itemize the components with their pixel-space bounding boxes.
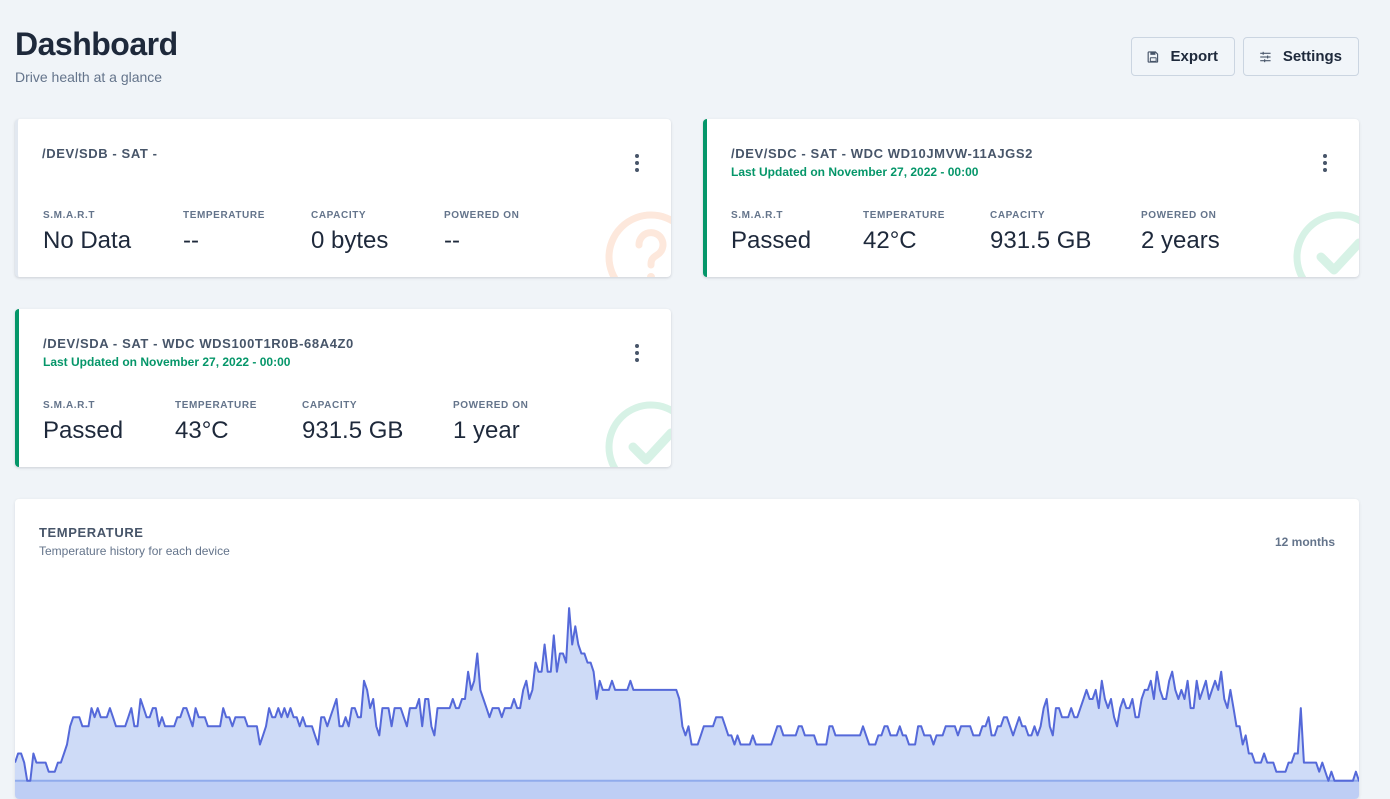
- page-subtitle: Drive health at a glance: [15, 69, 163, 85]
- stat-value: 931.5 GB: [990, 227, 1092, 254]
- stat-temperature: TEMPERATURE --: [183, 210, 265, 255]
- stat-value: Passed: [43, 417, 124, 444]
- more-options-icon[interactable]: [1315, 153, 1335, 173]
- stat-value: 43°C: [175, 417, 229, 444]
- check-circle-icon: [605, 401, 671, 467]
- last-updated: Last Updated on November 27, 2022 - 00:0…: [731, 165, 979, 179]
- temperature-chart-card: TEMPERATURE Temperature history for each…: [15, 499, 1359, 799]
- chart-title: TEMPERATURE: [39, 525, 144, 540]
- stat-label: POWERED ON: [444, 210, 520, 221]
- page-title: Dashboard: [15, 26, 178, 62]
- stat-label: CAPACITY: [990, 210, 1046, 221]
- device-card-sda[interactable]: /DEV/SDA - SAT - WDC WDS100T1R0B-68A4Z0 …: [15, 309, 671, 467]
- export-button[interactable]: Export: [1131, 37, 1235, 76]
- more-options-icon[interactable]: [627, 343, 647, 363]
- export-label: Export: [1170, 48, 1218, 65]
- stat-value: 42°C: [863, 227, 917, 254]
- stat-powered-on: POWERED ON 1 year: [453, 400, 528, 445]
- stat-label: TEMPERATURE: [183, 210, 265, 221]
- stat-label: TEMPERATURE: [863, 210, 945, 221]
- stat-label: TEMPERATURE: [175, 400, 257, 411]
- check-circle-icon: [1293, 211, 1359, 277]
- stat-capacity: CAPACITY 0 bytes: [311, 210, 388, 255]
- stat-label: CAPACITY: [311, 210, 367, 221]
- stat-value: 1 year: [453, 417, 520, 444]
- settings-button[interactable]: Settings: [1243, 37, 1359, 76]
- stat-smart: S.M.A.R.T Passed: [731, 210, 811, 255]
- stat-value: 0 bytes: [311, 227, 389, 254]
- stat-value: 931.5 GB: [302, 417, 404, 444]
- more-options-icon[interactable]: [627, 153, 647, 173]
- chart-range-selector[interactable]: 12 months: [1275, 535, 1335, 549]
- stat-value: No Data: [43, 227, 132, 254]
- question-circle-icon: [605, 211, 671, 277]
- stat-label: S.M.A.R.T: [731, 210, 784, 221]
- stat-label: S.M.A.R.T: [43, 210, 96, 221]
- device-title: /DEV/SDA - SAT - WDC WDS100T1R0B-68A4Z0: [43, 336, 354, 351]
- sliders-icon: [1260, 51, 1271, 62]
- stat-powered-on: POWERED ON --: [444, 210, 519, 255]
- stat-smart: S.M.A.R.T No Data: [43, 210, 131, 255]
- save-icon: [1147, 50, 1159, 63]
- stat-value: --: [183, 227, 199, 254]
- stat-value: 2 years: [1141, 227, 1220, 254]
- device-card-sdb[interactable]: /DEV/SDB - SAT - S.M.A.R.T No Data TEMPE…: [15, 119, 671, 277]
- device-card-sdc[interactable]: /DEV/SDC - SAT - WDC WD10JMVW-11AJGS2 La…: [703, 119, 1359, 277]
- stat-label: POWERED ON: [453, 400, 529, 411]
- stat-smart: S.M.A.R.T Passed: [43, 400, 123, 445]
- series-area-1: [15, 608, 1359, 799]
- device-title: /DEV/SDC - SAT - WDC WD10JMVW-11AJGS2: [731, 146, 1033, 161]
- stat-value: --: [444, 227, 460, 254]
- settings-label: Settings: [1282, 48, 1342, 65]
- stat-label: POWERED ON: [1141, 210, 1217, 221]
- stat-label: CAPACITY: [302, 400, 358, 411]
- stat-value: Passed: [731, 227, 812, 254]
- chart-subtitle: Temperature history for each device: [39, 544, 230, 558]
- last-updated: Last Updated on November 27, 2022 - 00:0…: [43, 355, 291, 369]
- stat-temperature: TEMPERATURE 42°C: [863, 210, 945, 255]
- stat-temperature: TEMPERATURE 43°C: [175, 400, 257, 445]
- stat-powered-on: POWERED ON 2 years: [1141, 210, 1220, 255]
- stat-capacity: CAPACITY 931.5 GB: [990, 210, 1091, 255]
- stat-capacity: CAPACITY 931.5 GB: [302, 400, 403, 445]
- stat-label: S.M.A.R.T: [43, 400, 96, 411]
- device-title: /DEV/SDB - SAT -: [42, 146, 158, 161]
